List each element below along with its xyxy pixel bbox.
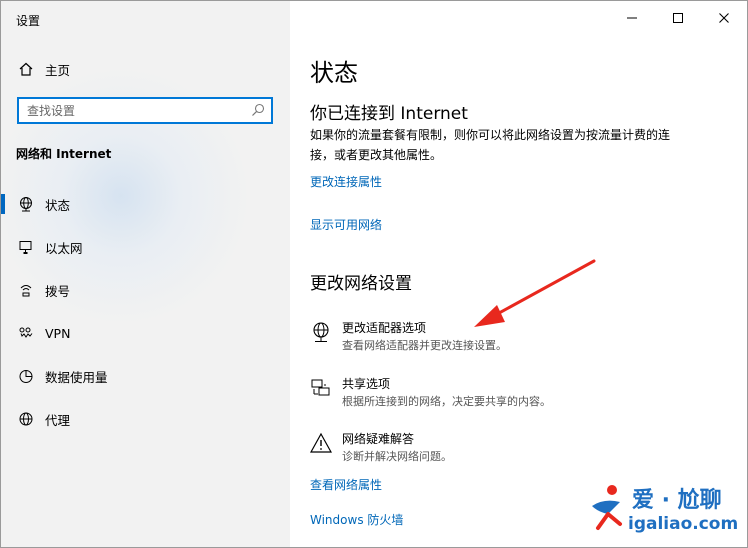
- sharing-icon: [311, 379, 330, 396]
- sidebar-item-ethernet[interactable]: 以太网: [1, 229, 290, 265]
- warning-icon: [310, 432, 332, 453]
- sharing-options-item[interactable]: 共享选项 根据所连接到的网络，决定要共享的内容。: [310, 375, 710, 415]
- sidebar-item-label: 以太网: [45, 240, 83, 256]
- settings-window: 设置 主页 网络和 Internet 状态 以: [0, 0, 748, 548]
- option-description: 诊断并解决网络问题。: [342, 450, 452, 463]
- adapter-globe-icon: [313, 322, 329, 342]
- watermark-text: 爱 · 尬聊: [632, 488, 722, 513]
- sidebar-item-label: 数据使用量: [45, 369, 108, 385]
- change-connection-properties-link[interactable]: 更改连接属性: [310, 173, 382, 190]
- search-box[interactable]: [17, 97, 273, 124]
- option-title: 更改适配器选项: [342, 321, 427, 335]
- sidebar-item-dialup[interactable]: 拨号: [1, 272, 290, 308]
- dialup-icon: [17, 281, 35, 299]
- windows-firewall-link[interactable]: Windows 防火墙: [310, 511, 403, 528]
- home-icon: [17, 60, 35, 78]
- adapter-options-item[interactable]: 更改适配器选项 查看网络适配器并更改连接设置。: [310, 319, 710, 359]
- search-icon[interactable]: [251, 103, 265, 117]
- option-description: 根据所连接到的网络，决定要共享的内容。: [342, 395, 551, 408]
- option-title: 共享选项: [342, 377, 391, 391]
- option-description: 查看网络适配器并更改连接设置。: [342, 339, 507, 352]
- nav-home[interactable]: 主页: [1, 51, 290, 87]
- sidebar-item-label: 状态: [45, 197, 71, 213]
- view-network-properties-link[interactable]: 查看网络属性: [310, 476, 382, 493]
- section-title: 网络和 Internet: [16, 147, 112, 161]
- window-title: 设置: [16, 14, 41, 28]
- option-title: 网络疑难解答: [342, 432, 415, 446]
- sidebar-item-label: VPN: [45, 325, 71, 341]
- sidebar-item-proxy[interactable]: 代理: [1, 401, 290, 437]
- sidebar-item-data-usage[interactable]: 数据使用量: [1, 358, 290, 394]
- vpn-icon: [17, 324, 35, 342]
- data-usage-icon: [17, 367, 35, 385]
- watermark-url: igaliao.com: [628, 514, 739, 534]
- nav-home-label: 主页: [45, 62, 71, 78]
- sidebar-item-vpn[interactable]: VPN: [1, 315, 290, 351]
- show-available-networks-link[interactable]: 显示可用网络: [310, 216, 382, 233]
- watermark: 爱 · 尬聊 igaliao.com: [586, 478, 744, 540]
- sidebar-item-label: 代理: [45, 412, 71, 428]
- connected-description: 如果你的流量套餐有限制，则你可以将此网络设置为按流量计费的连接，或者更改其他属性…: [310, 128, 671, 162]
- ethernet-icon: [17, 238, 35, 256]
- connected-heading: 你已连接到 Internet: [310, 104, 468, 124]
- search-input[interactable]: [19, 99, 247, 122]
- main-content: 状态 你已连接到 Internet 如果你的流量套餐有限制，则你可以将此网络设置…: [290, 1, 747, 547]
- active-indicator: [1, 194, 5, 214]
- troubleshooter-item[interactable]: 网络疑难解答 诊断并解决网络问题。: [310, 430, 710, 470]
- change-network-settings-heading: 更改网络设置: [310, 274, 412, 294]
- watermark-logo-icon: [592, 485, 622, 530]
- sidebar-item-label: 拨号: [45, 283, 71, 299]
- sidebar: 设置 主页 网络和 Internet 状态 以: [1, 1, 290, 547]
- sidebar-item-status[interactable]: 状态: [1, 186, 290, 222]
- page-title: 状态: [310, 59, 358, 87]
- globe-icon: [17, 195, 35, 213]
- proxy-globe-icon: [17, 410, 35, 428]
